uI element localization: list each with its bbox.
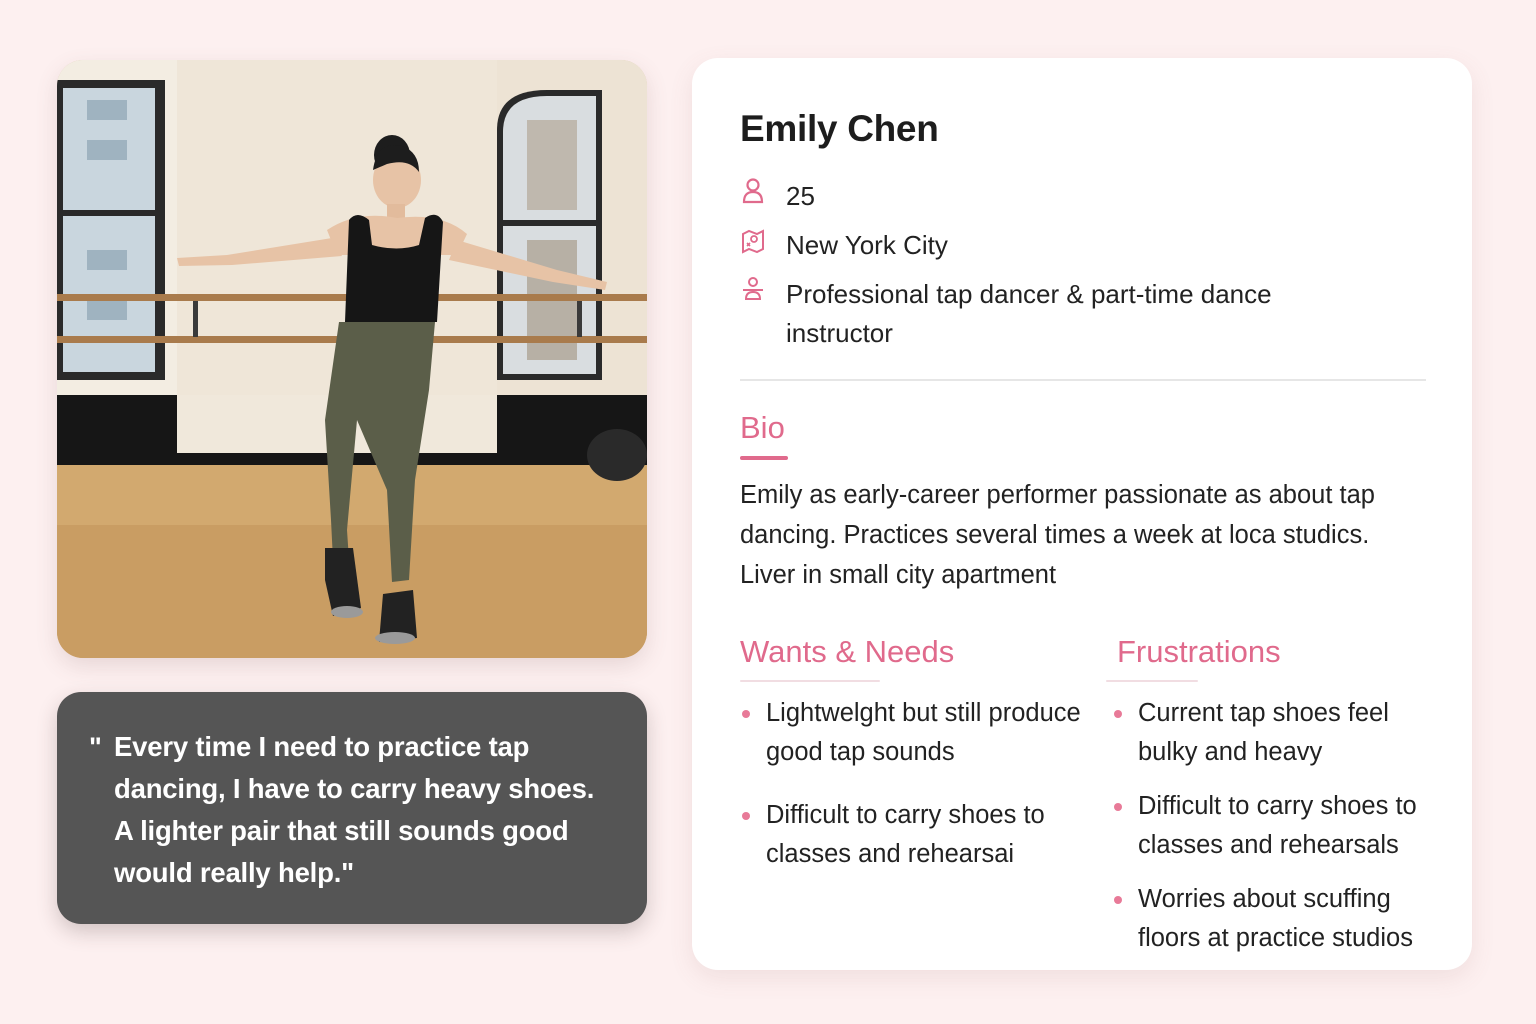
persona-info-card: Emily Chen 25 New York City Professional… [692, 58, 1472, 970]
bio-text: Emily as early-career performer passiona… [740, 481, 1375, 589]
list-item: Worries about scuffing floors at practic… [1112, 880, 1452, 958]
occupation-value: Professional tap dancer & part-time danc… [786, 279, 1272, 348]
frustrations-list: Current tap shoes feel bulky and heavy D… [1112, 694, 1452, 958]
bullet-icon [1114, 803, 1122, 811]
quote-card: " Every time I need to practice tap danc… [57, 692, 647, 924]
list-item: Lightwelght but still produce good tap s… [740, 694, 1090, 772]
person-icon [740, 177, 766, 205]
wants-title: Wants & Needs [740, 634, 955, 669]
bio-title: Bio [740, 410, 785, 445]
persona-name: Emily Chen [740, 108, 939, 149]
frustrations-title: Frustrations [1117, 634, 1281, 669]
occupation-row: Professional tap dancer & part-time danc… [740, 275, 1346, 353]
list-item: Current tap shoes feel bulky and heavy [1112, 694, 1452, 772]
list-item: Difficult to carry shoes to classes and … [740, 796, 1090, 874]
age-row: 25 [740, 177, 815, 216]
profile-photo [57, 60, 647, 658]
divider [740, 379, 1426, 381]
bullet-icon [742, 812, 750, 820]
age-value: 25 [786, 181, 815, 211]
wants-title-underline [740, 680, 880, 682]
bullet-icon [1114, 896, 1122, 904]
quote-mark: " [89, 732, 102, 762]
quote-text: Every time I need to practice tap dancin… [114, 731, 595, 888]
wants-list: Lightwelght but still produce good tap s… [740, 694, 1090, 874]
bullet-icon [1114, 710, 1122, 718]
bio-title-underline [740, 456, 788, 460]
map-icon [740, 226, 766, 254]
location-row: New York City [740, 226, 948, 265]
dancer-icon [740, 275, 766, 303]
list-item: Difficult to carry shoes to classes and … [1112, 787, 1452, 865]
location-value: New York City [786, 230, 948, 260]
bullet-icon [742, 710, 750, 718]
dancer-photo-illustration [57, 60, 647, 658]
frustrations-title-underline [1106, 680, 1198, 682]
